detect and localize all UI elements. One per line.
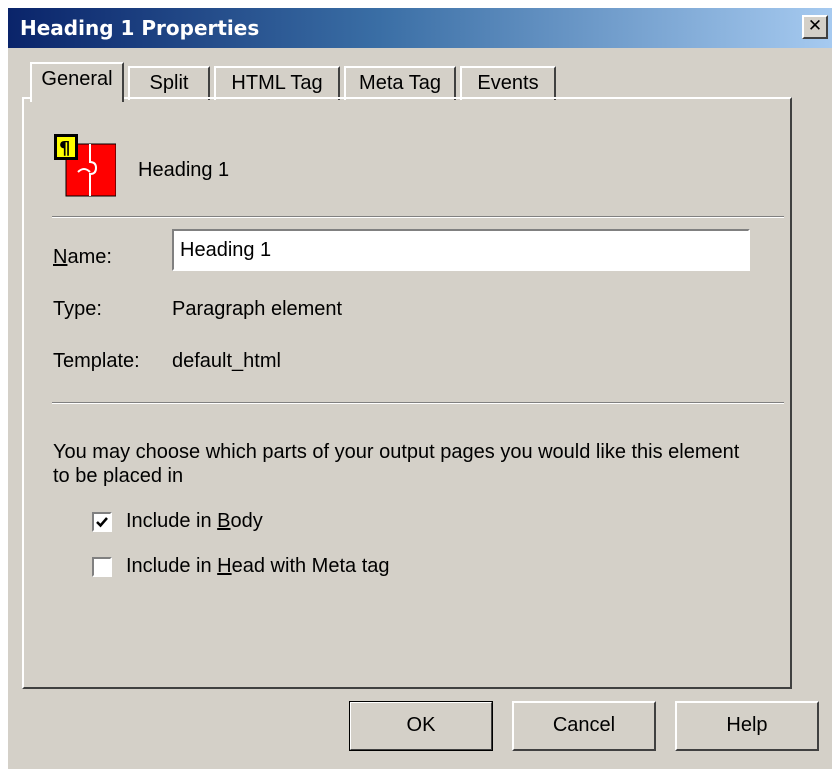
paragraph-element-icon: ¶ <box>50 132 117 198</box>
name-label-rest: ame: <box>67 246 112 268</box>
tab-events-label: Events <box>477 72 539 94</box>
tab-general[interactable]: General <box>30 62 124 102</box>
placement-description: You may choose which parts of your outpu… <box>53 441 740 487</box>
include-head-label-post: ead with Meta tag <box>231 555 390 577</box>
tab-html-tag[interactable]: HTML Tag <box>214 66 340 100</box>
include-head-checkbox[interactable] <box>92 557 112 577</box>
cancel-button[interactable]: Cancel <box>512 701 656 751</box>
include-head-label[interactable]: Include in Head with Meta tag <box>126 555 390 578</box>
tab-html-tag-label: HTML Tag <box>231 72 323 94</box>
tab-split-label: Split <box>149 72 189 94</box>
tab-meta-tag[interactable]: Meta Tag <box>344 66 456 100</box>
name-label-accel: N <box>53 246 68 268</box>
type-value: Paragraph element <box>172 298 343 320</box>
close-icon: ✕ <box>807 16 823 36</box>
type-label: Type: <box>53 298 102 320</box>
tab-panel <box>22 97 792 689</box>
include-body-label-accel: B <box>217 510 231 532</box>
tab-meta-tag-label: Meta Tag <box>359 72 441 94</box>
include-head-label-pre: Include in <box>126 555 218 577</box>
cancel-button-label: Cancel <box>552 714 616 736</box>
svg-text:¶: ¶ <box>59 138 70 159</box>
include-head-label-accel: H <box>217 555 232 577</box>
ok-button-label: OK <box>406 714 436 736</box>
template-value: default_html <box>172 350 281 372</box>
close-button[interactable]: ✕ <box>802 15 828 39</box>
tab-split[interactable]: Split <box>128 66 210 100</box>
name-label: Name: <box>53 246 112 269</box>
title-bar[interactable]: Heading 1 Properties ✕ <box>8 8 832 48</box>
help-button[interactable]: Help <box>675 701 819 751</box>
help-button-label: Help <box>726 714 768 736</box>
include-body-checkbox[interactable] <box>92 512 112 532</box>
include-body-label-pre: Include in <box>126 510 218 532</box>
element-name-header: Heading 1 <box>138 159 230 181</box>
include-body-label[interactable]: Include in Body <box>126 510 263 533</box>
window-title: Heading 1 Properties <box>20 16 260 40</box>
template-label: Template: <box>53 350 140 372</box>
tab-general-label: General <box>41 68 113 90</box>
ok-button[interactable]: OK <box>349 701 493 751</box>
name-input[interactable] <box>172 229 750 271</box>
include-body-label-post: ody <box>230 510 263 532</box>
separator-top <box>52 216 784 218</box>
checkmark-icon <box>96 517 108 528</box>
tab-events[interactable]: Events <box>460 66 556 100</box>
separator-bottom <box>52 402 784 404</box>
